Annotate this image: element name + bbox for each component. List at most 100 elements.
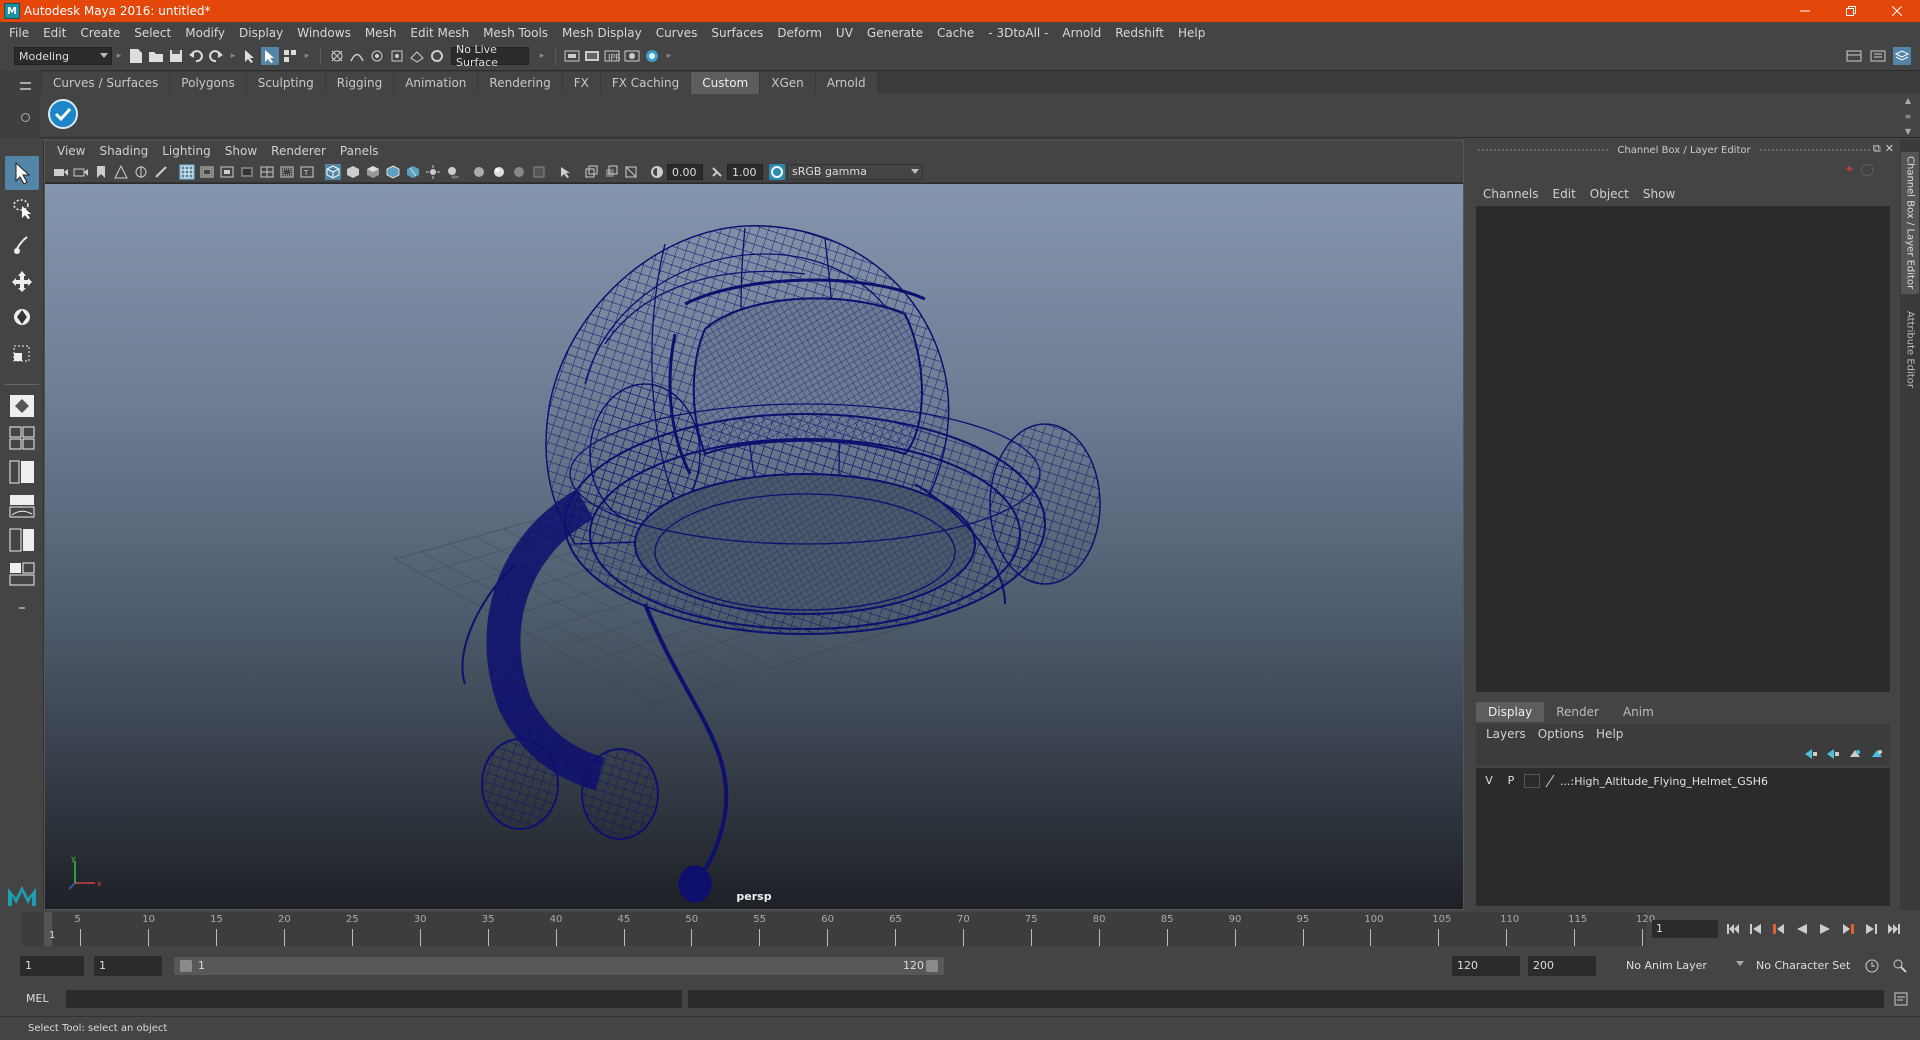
checkmark-icon[interactable] (48, 99, 78, 129)
menu-file[interactable]: File (2, 22, 36, 44)
collapse-arrow-icon[interactable]: ▸ (304, 47, 310, 65)
perspective-viewport[interactable]: y x persp (45, 184, 1463, 909)
wireframe-icon[interactable] (325, 163, 341, 180)
modeling-toolkit-icon[interactable] (1845, 47, 1863, 65)
persp-uv-layout-icon[interactable] (7, 560, 37, 588)
script-editor-icon[interactable] (1892, 990, 1910, 1008)
depth-of-field-icon[interactable] (531, 164, 547, 180)
save-scene-icon[interactable] (167, 47, 185, 65)
go-to-start-icon[interactable] (1724, 920, 1742, 938)
gamma-field[interactable]: 1.00 (727, 163, 763, 180)
new-scene-icon[interactable] (127, 47, 145, 65)
layer-menu-help[interactable]: Help (1590, 727, 1629, 741)
layer-tab-anim[interactable]: Anim (1610, 702, 1666, 722)
scale-tool-icon[interactable] (5, 336, 39, 370)
image-plane-icon[interactable] (113, 164, 129, 180)
snap-surface-icon[interactable] (408, 47, 426, 65)
gamma-icon[interactable] (709, 164, 725, 180)
close-icon[interactable]: ✕ (1885, 142, 1894, 156)
range-start-handle[interactable] (180, 960, 192, 972)
screen-space-ao-icon[interactable] (471, 164, 487, 180)
manipulator-icon[interactable]: ✦ (1845, 162, 1855, 176)
select-tool-icon[interactable] (5, 156, 39, 190)
wireframe-on-shaded-icon[interactable] (385, 164, 401, 180)
redo-icon[interactable] (207, 47, 225, 65)
use-all-lights-icon[interactable] (425, 164, 441, 180)
film-gate-icon[interactable] (199, 164, 215, 180)
shelf-tab-curves-surfaces[interactable]: Curves / Surfaces (42, 72, 171, 94)
step-forward-icon[interactable] (1862, 920, 1880, 938)
shelf-tab-rigging[interactable]: Rigging (325, 72, 395, 94)
make-live-icon[interactable] (428, 47, 446, 65)
persp-hypershade-layout-icon[interactable] (7, 526, 37, 554)
menu-curves[interactable]: Curves (649, 22, 705, 44)
snap-curve-icon[interactable] (348, 47, 366, 65)
anim-layer-dropdown[interactable]: No Anim Layer (1620, 956, 1730, 976)
shelf-tab-fx-caching[interactable]: FX Caching (600, 72, 692, 94)
layer-tab-display[interactable]: Display (1476, 702, 1545, 722)
collapse-arrow-icon[interactable]: ▸ (230, 47, 236, 65)
menu-windows[interactable]: Windows (290, 22, 358, 44)
menu-mesh[interactable]: Mesh (358, 22, 404, 44)
channel-list[interactable] (1476, 206, 1890, 692)
move-layer-up-icon[interactable] (1804, 748, 1818, 763)
bookmark-icon[interactable] (93, 164, 109, 180)
layer-display-type[interactable] (1524, 774, 1540, 788)
menu-generate[interactable]: Generate (860, 22, 930, 44)
xray-components-icon[interactable] (623, 164, 639, 180)
persp-graph-layout-icon[interactable] (7, 492, 37, 520)
scroll-down-icon[interactable]: ▼ (1905, 127, 1911, 136)
auto-key-icon[interactable] (1863, 957, 1881, 975)
channel-box-toggle-icon[interactable] (1893, 47, 1911, 65)
menu-surfaces[interactable]: Surfaces (704, 22, 770, 44)
layout-options-icon[interactable] (7, 594, 37, 622)
select-component-icon[interactable] (281, 47, 299, 65)
safe-action-icon[interactable] (279, 164, 295, 180)
panel-menu-show[interactable]: Show (218, 144, 264, 158)
menu-3dtoall[interactable]: - 3DtoAll - (981, 22, 1055, 44)
default-material-icon[interactable] (365, 164, 381, 180)
single-perspective-layout-icon[interactable] (7, 392, 37, 420)
menu-mesh-display[interactable]: Mesh Display (555, 22, 649, 44)
shelf-scroll[interactable]: ▲ ≡ ▼ (1902, 96, 1914, 136)
play-forward-icon[interactable] (1816, 920, 1834, 938)
snap-view-plane-icon[interactable] (388, 47, 406, 65)
ipr-render-icon[interactable]: IPR (603, 47, 621, 65)
persp-outliner-layout-icon[interactable] (7, 458, 37, 486)
panel-menu-shading[interactable]: Shading (92, 144, 155, 158)
xray-icon[interactable] (583, 164, 599, 180)
lasso-tool-icon[interactable] (5, 192, 39, 226)
menuset-dropdown[interactable]: Modeling (14, 47, 112, 65)
range-end-handle[interactable] (926, 960, 938, 972)
layer-tab-render[interactable]: Render (1544, 702, 1611, 722)
step-back-icon[interactable] (1747, 920, 1765, 938)
resolution-gate-icon[interactable] (219, 164, 235, 180)
attribute-editor-toggle-icon[interactable] (1869, 47, 1887, 65)
two-d-pan-zoom-icon[interactable] (133, 164, 149, 180)
play-backward-icon[interactable] (1793, 920, 1811, 938)
shelf-settings-icon[interactable] (21, 113, 30, 122)
view-transform-dropdown[interactable]: sRGB gamma (787, 163, 923, 180)
anti-aliasing-icon[interactable] (511, 164, 527, 180)
menu-edit-mesh[interactable]: Edit Mesh (403, 22, 476, 44)
menu-select[interactable]: Select (127, 22, 178, 44)
render-frame-icon[interactable] (583, 47, 601, 65)
time-slider-track[interactable]: 1 5 10 15 20 25 30 35 40 45 50 55 60 65 70 75 80 85 90 95 1… (22, 912, 1655, 946)
shelf-tab-fx[interactable]: FX (562, 72, 601, 94)
shelf-menu-icon[interactable] (20, 82, 31, 90)
grease-pencil-icon[interactable] (153, 164, 169, 180)
hypershade-icon[interactable] (643, 47, 661, 65)
menu-edit[interactable]: Edit (36, 22, 73, 44)
layer-color-icon[interactable] (1544, 774, 1556, 788)
layer-menu-layers[interactable]: Layers (1480, 727, 1532, 741)
menu-arnold[interactable]: Arnold (1055, 22, 1108, 44)
go-to-end-icon[interactable] (1885, 920, 1903, 938)
menu-deform[interactable]: Deform (770, 22, 829, 44)
cb-menu-object[interactable]: Object (1583, 187, 1636, 201)
menu-redshift[interactable]: Redshift (1108, 22, 1171, 44)
panel-menu-renderer[interactable]: Renderer (264, 144, 333, 158)
current-frame-field[interactable]: 1 (1652, 920, 1718, 938)
layer-visibility-toggle[interactable]: V (1480, 773, 1498, 789)
playback-start-field[interactable]: 1 (94, 956, 162, 976)
range-handle[interactable] (174, 957, 944, 975)
